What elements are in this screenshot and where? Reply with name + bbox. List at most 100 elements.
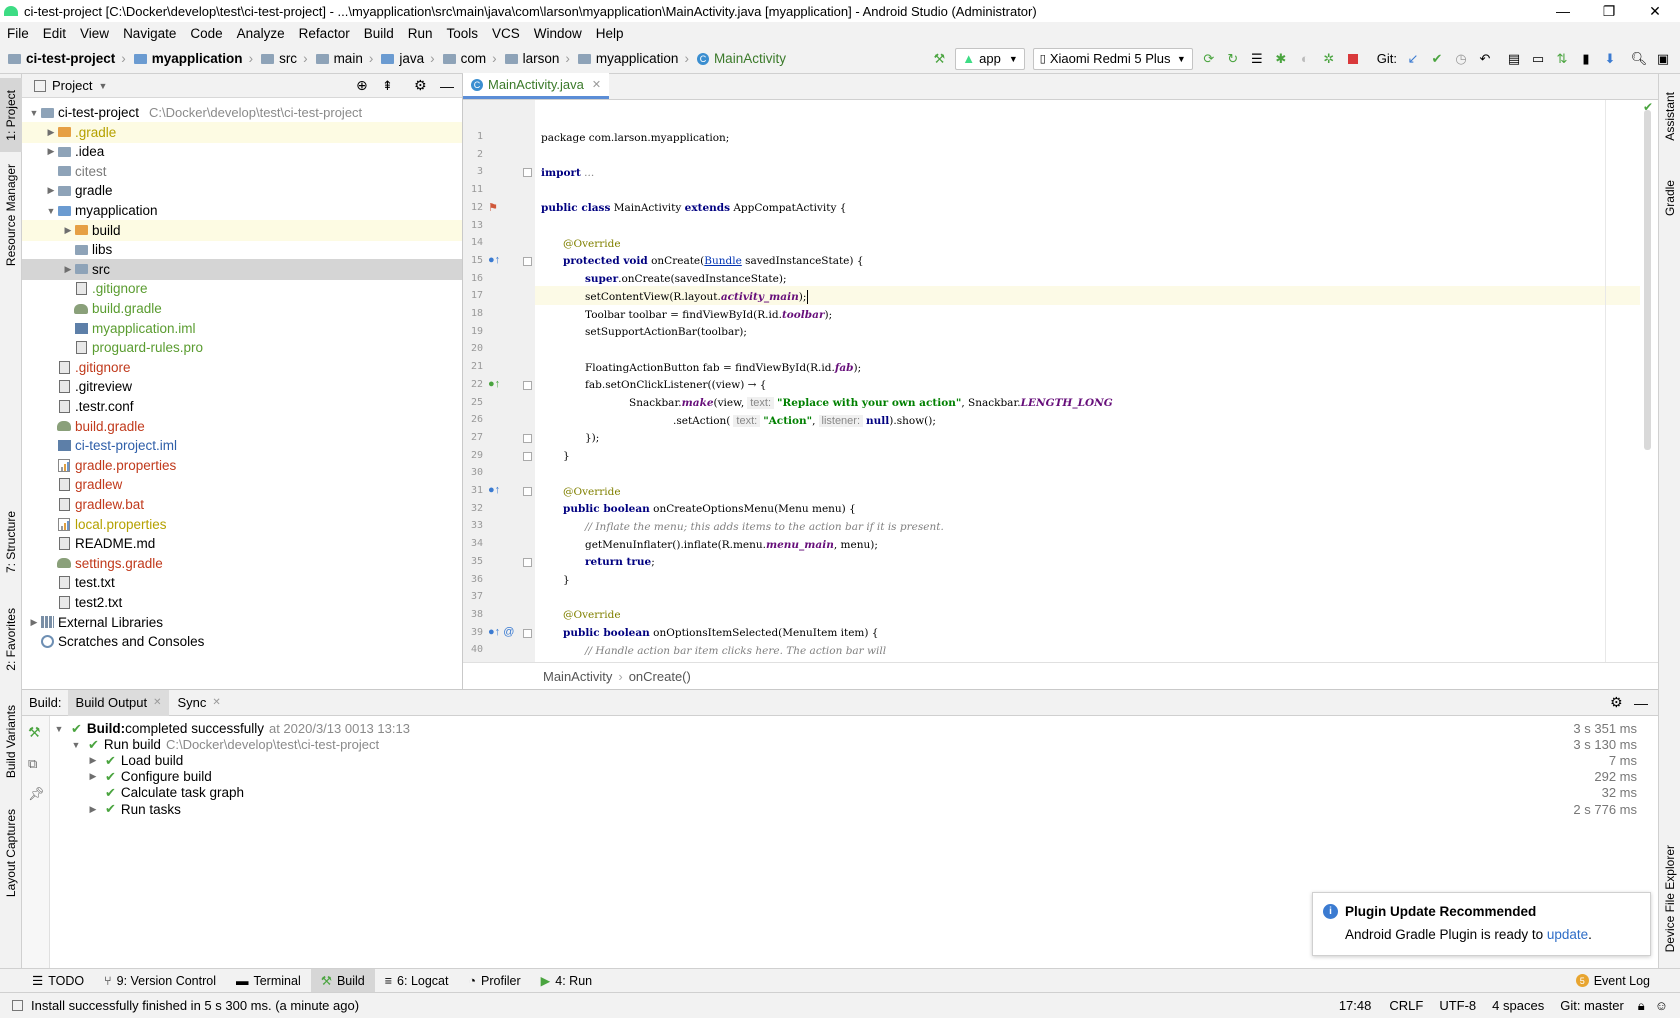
- chevron-right-icon[interactable]: ▶: [45, 185, 57, 196]
- menu-edit[interactable]: Edit: [36, 26, 73, 41]
- tab-build-output[interactable]: Build Output ✕: [67, 689, 170, 716]
- git-history-icon[interactable]: ◷: [1450, 48, 1472, 70]
- code-line[interactable]: super .onCreate(savedInstanceState);: [541, 270, 786, 289]
- minimize-button[interactable]: —: [1540, 0, 1586, 22]
- code-line[interactable]: // Handle action bar item clicks here. T…: [541, 641, 886, 660]
- chevron-right-icon[interactable]: ▶: [28, 617, 40, 628]
- tree-item[interactable]: ▶ build: [22, 219, 462, 241]
- tree-item[interactable]: test2.txt: [22, 592, 462, 613]
- code-line[interactable]: setSupportActionBar(toolbar);: [541, 323, 747, 342]
- avd-manager-icon[interactable]: ▭: [1527, 48, 1549, 70]
- editor-scrollbar[interactable]: [1641, 100, 1655, 662]
- build-tree-row[interactable]: ▶ ✔ Load build 7 ms: [52, 752, 1637, 769]
- tree-item[interactable]: citest: [22, 161, 462, 182]
- tool-build[interactable]: ⚒ Build: [310, 968, 375, 993]
- code-line[interactable]: setContentView(R.layout. activity_main);: [541, 287, 809, 306]
- code-line[interactable]: public boolean onCreateOptionsMenu(Menu …: [541, 500, 856, 519]
- git-commit-icon[interactable]: ✔: [1426, 48, 1448, 70]
- breadcrumb-java[interactable]: java ›: [377, 51, 438, 66]
- crumb-class[interactable]: MainActivity: [543, 669, 612, 684]
- hammer-icon[interactable]: ⚒: [28, 724, 41, 741]
- fold-marker[interactable]: [523, 451, 532, 461]
- pin-icon[interactable]: 📌︎: [28, 786, 45, 802]
- code-line[interactable]: });: [541, 429, 599, 448]
- tree-item[interactable]: gradlew.bat: [22, 494, 462, 515]
- code-line[interactable]: }: [541, 447, 570, 466]
- chevron-right-icon[interactable]: ▶: [45, 146, 57, 157]
- chevron-right-icon[interactable]: ▶: [62, 225, 74, 236]
- tree-item[interactable]: .gitreview: [22, 376, 462, 397]
- breadcrumb-project[interactable]: ci-test-project ›: [0, 51, 130, 66]
- breadcrumb-larson[interactable]: larson ›: [501, 51, 574, 66]
- tree-item[interactable]: myapplication.iml: [22, 318, 462, 339]
- code-line[interactable]: public class MainActivity extends AppCom…: [541, 199, 846, 218]
- chevron-right-icon[interactable]: ▶: [45, 127, 57, 138]
- line-separator[interactable]: CRLF: [1389, 998, 1423, 1013]
- menu-run[interactable]: Run: [401, 26, 440, 41]
- code-line[interactable]: protected void onCreate(Bundle savedInst…: [541, 252, 864, 271]
- build-tree-row[interactable]: ▶ ✔ Configure build 292 ms: [52, 768, 1637, 785]
- tab-project[interactable]: 1: Project: [0, 78, 22, 152]
- tab-device-file-explorer[interactable]: Device File Explorer: [1659, 834, 1680, 964]
- git-update-icon[interactable]: ↙: [1402, 48, 1424, 70]
- tree-item[interactable]: ▼ ci-test-project C:\Docker\develop\test\c…: [22, 102, 462, 123]
- code-line[interactable]: Toolbar toolbar = findViewById(R.id. tool…: [541, 305, 832, 324]
- inspector-icon[interactable]: ☺: [1655, 998, 1668, 1013]
- tool-terminal[interactable]: ▬ Terminal: [226, 969, 311, 993]
- tree-item[interactable]: ▶ External Libraries: [22, 612, 462, 633]
- chevron-down-icon[interactable]: ▼: [98, 81, 107, 91]
- apply-code-changes-icon[interactable]: ↻: [1222, 48, 1244, 70]
- fold-marker[interactable]: [523, 628, 532, 638]
- code-line[interactable]: @Override: [541, 234, 621, 253]
- git-branch[interactable]: Git: master: [1560, 998, 1624, 1013]
- device-manager-icon[interactable]: ▮: [1575, 48, 1597, 70]
- close-button[interactable]: ✕: [1632, 0, 1678, 22]
- code-line[interactable]: fab.setOnClickListener((view) → {: [541, 376, 766, 395]
- code-line[interactable]: @Override: [541, 606, 621, 625]
- device-select[interactable]: ▯ Xiaomi Redmi 5 Plus ▼: [1032, 47, 1193, 70]
- update-link[interactable]: update: [1547, 927, 1588, 942]
- tree-item[interactable]: local.properties: [22, 514, 462, 535]
- chevron-right-icon[interactable]: ▶: [86, 755, 100, 766]
- fold-marker[interactable]: [523, 168, 532, 178]
- breadcrumb-class[interactable]: C MainActivity: [693, 51, 790, 66]
- tree-item[interactable]: test.txt: [22, 572, 462, 593]
- breadcrumb-com[interactable]: com ›: [439, 51, 501, 66]
- tab-structure[interactable]: 7: Structure: [0, 502, 22, 582]
- chevron-down-icon[interactable]: ▼: [28, 108, 40, 118]
- lock-icon[interactable]: 🔒︎: [1638, 998, 1645, 1014]
- tab-gradle[interactable]: Gradle: [1659, 166, 1680, 230]
- tree-item[interactable]: ▶ src: [22, 258, 462, 280]
- tree-item[interactable]: ▶ gradle: [22, 180, 462, 201]
- gear-icon[interactable]: ⚙: [414, 77, 427, 94]
- stop-icon[interactable]: [1342, 48, 1364, 70]
- close-tab-icon[interactable]: ✕: [153, 697, 161, 708]
- menu-build[interactable]: Build: [357, 26, 401, 41]
- tree-item[interactable]: ▶ .gradle: [22, 121, 462, 143]
- hammer-icon[interactable]: ⚒: [928, 48, 950, 70]
- menu-file[interactable]: File: [0, 26, 36, 41]
- code-line[interactable]: return true;: [541, 553, 655, 572]
- debug-icon[interactable]: ✱: [1270, 48, 1292, 70]
- tree-item[interactable]: ▼ myapplication: [22, 200, 462, 221]
- sdk-manager-icon[interactable]: ⬇: [1599, 48, 1621, 70]
- plugin-update-notification[interactable]: i Plugin Update Recommended Android Grad…: [1312, 892, 1651, 956]
- breadcrumb-module[interactable]: myapplication ›: [130, 51, 257, 66]
- attach-debugger-icon[interactable]: ✲: [1318, 48, 1340, 70]
- code-line[interactable]: package com.larson.myapplication;: [541, 128, 729, 147]
- tab-resource-manager[interactable]: Resource Manager: [0, 156, 22, 274]
- tree-item[interactable]: .gitignore: [22, 357, 462, 378]
- fold-marker[interactable]: [523, 487, 532, 496]
- coverage-icon[interactable]: ☰: [1246, 48, 1268, 70]
- code-line[interactable]: .setAction(text: "Action", listener: null).…: [541, 411, 936, 430]
- fold-marker[interactable]: [523, 557, 532, 567]
- project-structure-icon[interactable]: ▤: [1503, 48, 1525, 70]
- tab-build-variants[interactable]: Build Variants: [0, 694, 22, 790]
- menu-analyze[interactable]: Analyze: [230, 26, 292, 41]
- chevron-right-icon[interactable]: ▶: [62, 264, 74, 275]
- chevron-right-icon[interactable]: ▶: [86, 804, 100, 815]
- tree-item[interactable]: libs: [22, 239, 462, 260]
- file-encoding[interactable]: UTF-8: [1439, 998, 1476, 1013]
- code-area[interactable]: package com.larson.myapplication; import …: [463, 74, 1641, 662]
- restore-button[interactable]: ❐: [1586, 0, 1632, 22]
